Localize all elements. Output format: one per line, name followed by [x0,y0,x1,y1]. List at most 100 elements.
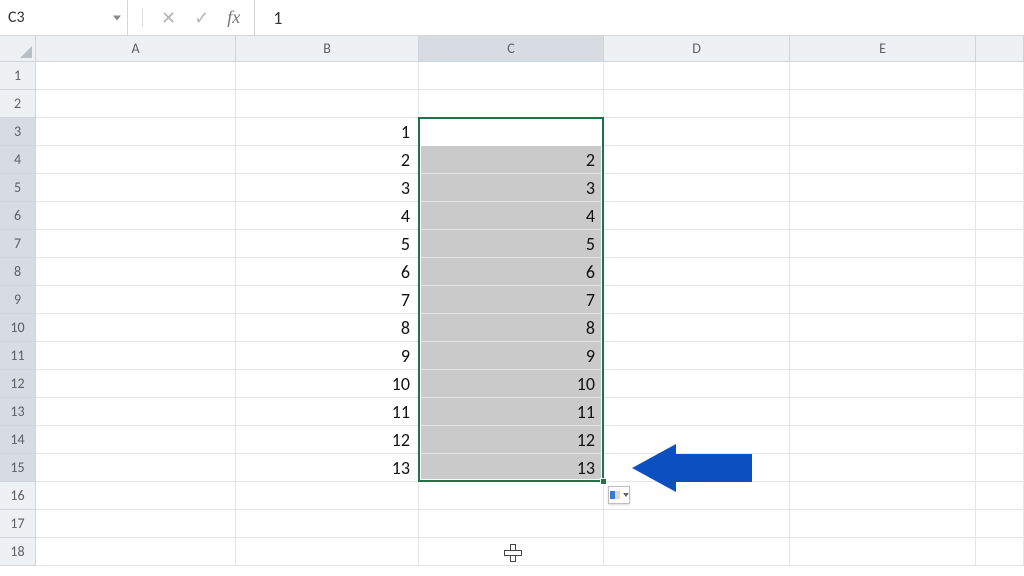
cell[interactable] [790,510,976,538]
cell[interactable] [604,118,790,146]
row-header[interactable]: 5 [0,174,36,202]
cell[interactable] [236,90,419,118]
cell[interactable]: 10 [236,370,419,398]
cell[interactable] [976,146,1024,174]
cell[interactable] [419,62,604,90]
row-header[interactable]: 15 [0,454,36,482]
cell[interactable] [976,202,1024,230]
cell[interactable] [604,146,790,174]
cell[interactable] [790,482,976,510]
cell[interactable]: 6 [236,258,419,286]
cell[interactable] [790,146,976,174]
autofill-options-button[interactable] [608,486,630,504]
cell[interactable]: 7 [419,286,604,314]
cell[interactable] [36,286,236,314]
fx-icon[interactable]: fx [227,7,240,28]
cell[interactable] [976,258,1024,286]
cell[interactable] [790,342,976,370]
cell[interactable]: 4 [419,202,604,230]
cell[interactable] [604,538,790,566]
cell[interactable] [604,314,790,342]
name-box[interactable]: C3 [0,0,128,35]
cell[interactable] [604,174,790,202]
row-header[interactable]: 11 [0,342,36,370]
worksheet[interactable]: ABCDE12311422533644755866977108811991210… [0,36,1024,576]
cell[interactable] [236,62,419,90]
row-header[interactable]: 10 [0,314,36,342]
cell[interactable]: 6 [419,258,604,286]
cell[interactable] [790,314,976,342]
cell[interactable] [36,426,236,454]
cell[interactable] [604,90,790,118]
cell[interactable] [976,454,1024,482]
cell[interactable]: 5 [419,230,604,258]
cell[interactable] [790,426,976,454]
cell[interactable]: 8 [419,314,604,342]
row-header[interactable]: 18 [0,538,36,566]
cell[interactable] [236,482,419,510]
cancel-icon[interactable]: ✕ [161,7,176,29]
cell[interactable]: 12 [236,426,419,454]
col-header-d[interactable]: D [604,36,790,62]
cell[interactable] [36,314,236,342]
cell[interactable] [36,538,236,566]
cell[interactable]: 4 [236,202,419,230]
cell[interactable] [604,258,790,286]
cell[interactable] [976,510,1024,538]
row-header[interactable]: 4 [0,146,36,174]
cell[interactable] [976,370,1024,398]
cell[interactable] [236,538,419,566]
cell[interactable] [36,174,236,202]
cell[interactable] [36,146,236,174]
cell[interactable] [36,342,236,370]
cell[interactable]: 13 [236,454,419,482]
row-header[interactable]: 17 [0,510,36,538]
cell[interactable]: 3 [236,174,419,202]
cell[interactable] [790,286,976,314]
cell[interactable] [976,90,1024,118]
row-header[interactable]: 2 [0,90,36,118]
cell[interactable] [604,342,790,370]
cell[interactable] [790,398,976,426]
row-header[interactable]: 3 [0,118,36,146]
cell[interactable]: 13 [419,454,604,482]
cell[interactable] [790,258,976,286]
cell[interactable] [36,118,236,146]
cell[interactable] [976,118,1024,146]
cell[interactable] [976,398,1024,426]
cell[interactable] [419,90,604,118]
cell[interactable] [976,538,1024,566]
cell[interactable] [604,426,790,454]
cell[interactable] [604,62,790,90]
col-header-e[interactable]: E [790,36,976,62]
cell[interactable] [976,286,1024,314]
cell[interactable]: 1 [419,118,604,146]
cell[interactable] [36,482,236,510]
row-header[interactable]: 16 [0,482,36,510]
cell[interactable] [976,482,1024,510]
cell[interactable]: 5 [236,230,419,258]
cell[interactable] [36,62,236,90]
col-header-c[interactable]: C [419,36,604,62]
cell[interactable]: 9 [419,342,604,370]
cell[interactable] [790,90,976,118]
cell[interactable] [36,258,236,286]
cell[interactable] [36,454,236,482]
cell[interactable] [790,202,976,230]
cell[interactable]: 1 [236,118,419,146]
cell[interactable] [419,510,604,538]
cell[interactable] [604,482,790,510]
row-header[interactable]: 6 [0,202,36,230]
cell[interactable] [790,118,976,146]
cell[interactable] [236,510,419,538]
cell[interactable] [790,370,976,398]
cell[interactable] [604,370,790,398]
cell[interactable] [36,510,236,538]
cell[interactable]: 8 [236,314,419,342]
cell[interactable]: 2 [419,146,604,174]
cell[interactable]: 2 [236,146,419,174]
cell[interactable] [790,174,976,202]
cell[interactable] [790,62,976,90]
cell[interactable]: 3 [419,174,604,202]
row-header[interactable]: 14 [0,426,36,454]
